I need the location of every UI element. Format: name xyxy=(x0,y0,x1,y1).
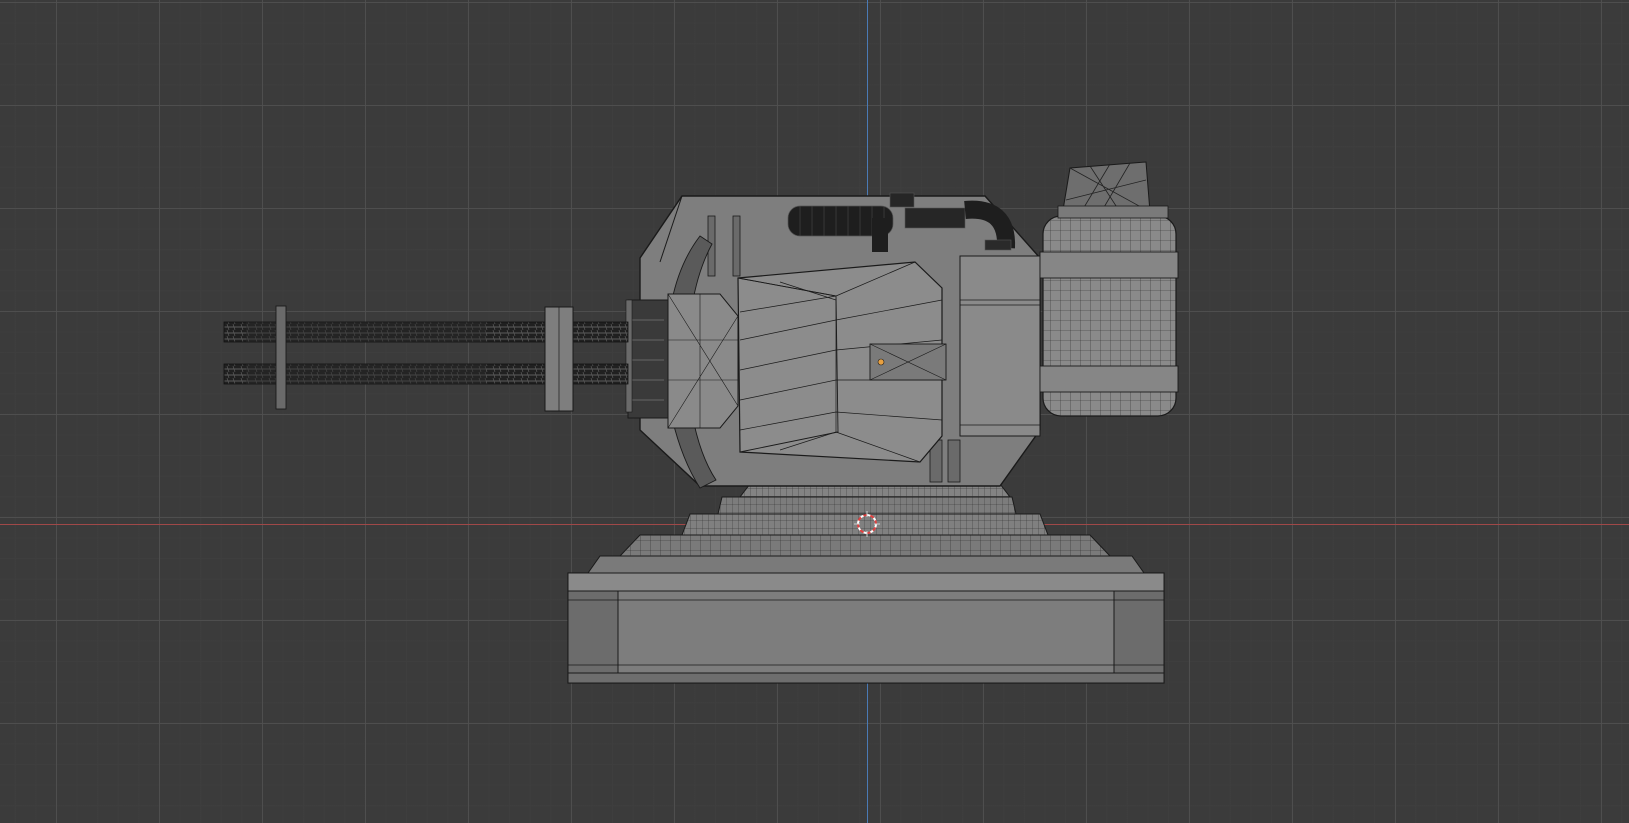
base-platform xyxy=(567,555,1165,684)
gatling-barrels xyxy=(223,305,629,412)
rotation-ring xyxy=(618,483,1112,557)
3d-viewport[interactable] xyxy=(0,0,1629,823)
gun-cradle xyxy=(737,261,947,463)
breech-assembly xyxy=(625,293,739,429)
turret-model[interactable] xyxy=(0,0,1629,823)
object-origin-icon[interactable] xyxy=(877,358,885,366)
ammo-drum xyxy=(1039,161,1179,417)
